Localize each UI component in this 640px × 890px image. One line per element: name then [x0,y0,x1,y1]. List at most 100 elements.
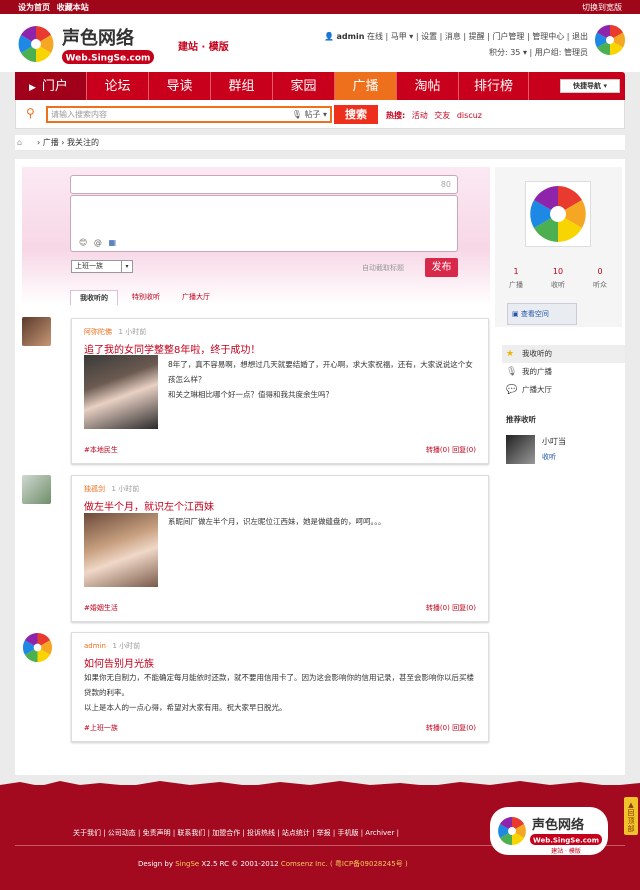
sidebar-item-my-broadcast[interactable]: 🎙 我的广播 [502,363,625,381]
feed-text: 8年了，真不容易啊，想想过几天就要结婚了，开心啊，求大家祝福，还有，大家说说这个… [168,360,473,384]
profile-box: 1 广播 10 收听 0 听众 ▣ 查看空间 [495,167,622,327]
content-textarea[interactable]: 😊 @ ▦ [70,195,458,252]
stat-following[interactable]: 10 收听 [537,267,579,290]
publish-button[interactable]: 发布 [425,258,458,277]
bookmark-link[interactable]: 收藏本站 [57,3,89,12]
title-input[interactable]: 80 [70,175,458,194]
image-icon[interactable]: ▦ [108,238,116,247]
mic-icon: 🎙 [291,110,302,119]
recommend-username[interactable]: 小叮当 [542,436,566,447]
site-logo[interactable]: 声色网络 Web.SingSe.com [16,22,156,70]
feed-photo[interactable] [84,355,158,429]
recommend-avatar[interactable] [506,435,535,464]
feed-item: 阿弥陀佛 1 小时前 追了我的女同学整整8年啦，终于成功！ 8年了，真不容易啊，… [71,318,489,464]
footer-brand-link[interactable]: SingSe [175,860,199,868]
hot-item[interactable]: discuz [457,111,482,120]
feed-tag[interactable]: #婚姻生活 [84,603,118,613]
sidebar-item-hall[interactable]: 💬 广播大厅 [502,381,625,399]
icp-link[interactable]: ( 粤ICP备09028245号 ) [328,860,408,868]
home-icon[interactable]: ⌂ [17,135,22,151]
feed-title[interactable]: 做左半个月，就识左个江西妹 [84,498,214,513]
smiley-icon[interactable]: 😊 [79,238,87,247]
feed-avatar[interactable] [22,317,51,346]
nav-item-home[interactable]: 家园 [273,72,335,100]
nav-item-portal[interactable]: ▶ 门户 [15,72,87,100]
feed-avatar[interactable] [22,632,53,663]
feed-title[interactable]: 追了我的女同学整整8年啦，终于成功！ [84,341,260,356]
feed-tag[interactable]: #上班一族 [84,723,118,733]
recommend-follow-link[interactable]: 收听 [542,452,556,462]
footer-site-url: Web.SingSe.com [533,837,599,845]
stat-listeners[interactable]: 0 听众 [579,267,621,290]
topic-select[interactable]: 上班一族 ▾ [71,260,133,273]
feed-photo[interactable] [84,513,158,587]
feed-title[interactable]: 如何告别月光族 [84,655,154,670]
feed-text: 如果你无自制力，不能确定每月能依时还款，就不要用信用卡了。因为这会影响你的信用记… [84,673,474,697]
hot-item[interactable]: 交友 [434,111,450,120]
feed-actions[interactable]: 转播(0) 回复(0) [426,445,476,455]
view-space-button[interactable]: ▣ 查看空间 [507,303,577,325]
settings-link[interactable]: 设置 [421,32,437,41]
user-status: 在线 [366,32,383,41]
feed-actions[interactable]: 转播(0) 回复(0) [426,603,476,613]
search-input[interactable]: 请输入搜索内容 🎙 帖子 ▾ [46,106,332,123]
footer-company-link[interactable]: Comsenz Inc. [281,860,328,868]
username[interactable]: admin [337,32,365,41]
nav-item-forum[interactable]: 论坛 [87,72,149,100]
feed-item: admin 1 小时前 如何告别月光族 如果你无自制力，不能确定每月能依时还款，… [71,632,489,742]
nav-item-ranking[interactable]: 排行榜 [459,72,529,100]
portal-admin-link[interactable]: 门户管理 [492,32,524,41]
messages-link[interactable]: 消息 [445,32,461,41]
breadcrumb-item[interactable]: 广播 [43,138,59,147]
feed-actions[interactable]: 转播(0) 回复(0) [426,723,476,733]
admin-center-link[interactable]: 管理中心 [532,32,564,41]
hot-search: 热搜: 活动 交友 discuz [386,111,482,120]
feed-author[interactable]: admin [84,642,106,650]
sidebar-menu: ★ 我收听的 🎙 我的广播 💬 广播大厅 [502,345,625,399]
sidebar-item-following[interactable]: ★ 我收听的 [502,345,625,363]
feed-item: 独孤剑 1 小时前 做左半个月，就识左个江西妹 系昵间厂做左半个月，识左昵位江西… [71,475,489,622]
breadcrumb-current: 我关注的 [67,138,100,147]
search-icon: ⚲ [26,106,35,120]
mic-icon: 🎙 [506,367,518,377]
at-icon[interactable]: @ [94,238,102,247]
tab-special-follow[interactable]: 特别收听 [122,290,170,305]
quick-nav-button[interactable]: 快捷导航 ▾ [560,79,620,93]
search-bar: ⚲ 请输入搜索内容 🎙 帖子 ▾ 搜索 热搜: 活动 交友 discuz [15,100,625,129]
feed-author[interactable]: 阿弥陀佛 [84,328,112,336]
slogan: 建站 · 模版 [178,42,229,53]
back-to-top-button[interactable]: ▲ 回顶部 [624,797,638,835]
footer-links[interactable]: 关于我们 | 公司动态 | 免责声明 | 联系我们 | 加盟合作 | 投诉热线 … [73,828,399,838]
footer-slogan: 建站 · 模版 [551,847,581,855]
horse-link[interactable]: 马甲 [391,32,407,41]
search-category-select[interactable]: 🎙 帖子 ▾ [292,108,327,121]
user-panel: 👤 admin 在线 | 马甲 ▾ | 设置 | 消息 | 提醒 | 门户管理 … [324,32,588,57]
tab-following[interactable]: 我收听的 [70,290,118,305]
points-link[interactable]: 积分: 35 [489,48,520,57]
feed-text: 以上是本人的一点心得，希望对大家有用。祝大家早日脱光。 [84,703,287,712]
search-button[interactable]: 搜索 [334,105,378,124]
star-icon: ★ [506,349,515,359]
nav-item-collections[interactable]: 淘帖 [397,72,459,100]
switch-wide-link[interactable]: 切换到宽版 [582,3,622,12]
set-home-link[interactable]: 设为首页 [18,3,50,12]
logout-link[interactable]: 退出 [572,32,588,41]
torn-edge [0,781,640,789]
hot-item[interactable]: 活动 [412,111,428,120]
feed-text: 系昵间厂做左半个月，识左昵位江西妹，她是做缝盘的，呵呵。。。 [168,517,386,526]
feed-tag[interactable]: #本地民生 [84,445,118,455]
profile-avatar[interactable] [525,181,591,247]
breadcrumb: ⌂ › 广播 › 我关注的 [15,135,625,151]
nav-item-guide[interactable]: 导读 [149,72,211,100]
feed-avatar[interactable] [22,475,51,504]
nav-item-broadcast[interactable]: 广播 [335,72,397,100]
feed-text: 和关之琳相比哪个好一点？值得和我共度余生吗？ [168,390,333,399]
user-group: 用户组: 管理员 [534,48,588,57]
header: 声色网络 Web.SingSe.com 建站 · 模版 👤 admin 在线 |… [0,14,640,72]
user-avatar[interactable] [594,24,626,56]
nav-item-groups[interactable]: 群组 [211,72,273,100]
tab-broadcast-hall[interactable]: 广播大厅 [172,290,220,305]
feed-author[interactable]: 独孤剑 [84,485,105,493]
reminders-link[interactable]: 提醒 [469,32,485,41]
stat-broadcasts[interactable]: 1 广播 [495,267,537,290]
